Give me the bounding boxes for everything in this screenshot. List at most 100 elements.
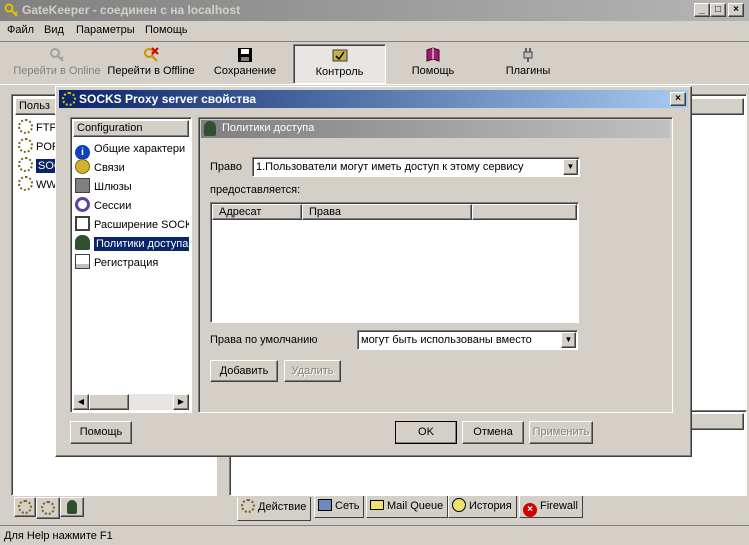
save-button[interactable]: Сохранение bbox=[203, 44, 287, 84]
tree-item-label: Общие характери bbox=[94, 143, 186, 155]
tab-network[interactable]: Сеть bbox=[314, 496, 365, 518]
tab-action[interactable]: Действие bbox=[237, 497, 312, 521]
service-item-pop[interactable]: POP bbox=[18, 138, 59, 156]
default-rights-label: Права по умолчанию bbox=[210, 334, 318, 346]
go-online-button[interactable]: Перейти в Online bbox=[10, 44, 104, 84]
dialog-title: SOCKS Proxy server свойства bbox=[79, 92, 257, 106]
apply-button[interactable]: Применить bbox=[529, 421, 593, 444]
tree-item-general[interactable]: i Общие характери bbox=[75, 140, 189, 159]
scrollbar-thumb[interactable] bbox=[89, 394, 129, 410]
menu-options[interactable]: Параметры bbox=[76, 24, 135, 36]
service-gear-icon bbox=[18, 138, 33, 153]
service-gear-icon bbox=[18, 176, 33, 191]
tab-firewall[interactable]: × Firewall bbox=[519, 496, 583, 518]
panel-title: Политики доступа bbox=[222, 122, 315, 134]
scroll-right-arrow-icon[interactable]: ▶ bbox=[173, 394, 189, 410]
tree-item-label: Расширение SOCKS bbox=[94, 219, 189, 231]
configuration-header[interactable]: Configuration bbox=[73, 120, 189, 137]
action-tab-icon bbox=[241, 499, 255, 513]
tree-item-label: Политики доступа bbox=[94, 237, 189, 251]
service-gear-icon bbox=[18, 119, 33, 134]
menu-view[interactable]: Вид bbox=[44, 24, 64, 36]
tree-item-connections[interactable]: Связи bbox=[75, 159, 189, 178]
view-tab-users[interactable] bbox=[60, 497, 84, 517]
access-policy-panel: Политики доступа Право 1.Пользователи мо… bbox=[198, 117, 673, 413]
service-gear-icon bbox=[18, 157, 33, 172]
scroll-left-arrow-icon[interactable]: ◀ bbox=[73, 394, 89, 410]
maximize-button[interactable]: □ bbox=[710, 3, 726, 17]
default-rights-select[interactable]: могут быть использованы вместо ▼ bbox=[357, 330, 578, 350]
connections-icon bbox=[75, 159, 90, 174]
column-header-filler bbox=[472, 204, 577, 220]
monitor-check-icon bbox=[332, 48, 348, 64]
tab-mail-queue[interactable]: Mail Queue bbox=[366, 496, 449, 518]
tree-horizontal-scrollbar[interactable]: ◀ ▶ bbox=[73, 394, 189, 410]
key-icon bbox=[49, 47, 65, 63]
tree-item-label: Шлюзы bbox=[94, 181, 132, 193]
delete-button[interactable]: Удалить bbox=[284, 360, 341, 382]
status-bar: Для Help нажмите F1 bbox=[0, 525, 749, 545]
service-label: FTP bbox=[36, 122, 57, 134]
ok-button[interactable]: OK bbox=[395, 421, 457, 444]
menu-help[interactable]: Помощь bbox=[145, 24, 188, 36]
view-tab-gears[interactable] bbox=[36, 497, 60, 519]
right-label: Право bbox=[210, 161, 242, 173]
help-button[interactable]: Помощь bbox=[70, 421, 132, 444]
app-logo-icon bbox=[4, 3, 19, 21]
dialog-close-button[interactable]: × bbox=[670, 92, 686, 106]
dialog-gear-icon bbox=[62, 92, 76, 106]
status-text: Для Help нажмите F1 bbox=[4, 530, 113, 542]
tree-item-label: Регистрация bbox=[94, 257, 159, 269]
close-button[interactable]: × bbox=[728, 3, 744, 17]
tab-history-label: История bbox=[469, 500, 512, 512]
info-icon: i bbox=[75, 145, 90, 159]
rights-list[interactable]: Адресат Права bbox=[210, 202, 579, 323]
tree-item-socks-extension[interactable]: Расширение SOCKS bbox=[75, 216, 189, 235]
gears-tab-icon bbox=[41, 501, 55, 515]
log-icon bbox=[75, 254, 90, 269]
chevron-down-icon[interactable]: ▼ bbox=[563, 159, 578, 175]
cancel-button[interactable]: Отмена bbox=[462, 421, 524, 444]
chevron-down-icon[interactable]: ▼ bbox=[561, 332, 576, 348]
tree-item-logging[interactable]: Регистрация bbox=[75, 254, 189, 273]
tree-item-sessions[interactable]: Сессии bbox=[75, 197, 189, 216]
service-label: WW bbox=[36, 179, 57, 191]
firewall-stop-icon: × bbox=[523, 503, 537, 517]
extension-icon bbox=[75, 216, 90, 231]
tree-item-label: Сессии bbox=[94, 200, 132, 212]
service-item-ftp[interactable]: FTP bbox=[18, 119, 57, 137]
default-rights-value: могут быть использованы вместо bbox=[361, 334, 532, 346]
tab-mail-queue-label: Mail Queue bbox=[387, 500, 444, 512]
dialog-titlebar[interactable]: SOCKS Proxy server свойства × bbox=[59, 90, 688, 108]
clock-icon bbox=[452, 498, 466, 512]
column-header-recipient[interactable]: Адресат bbox=[212, 204, 302, 220]
app-title: GateKeeper - соединен с на localhost bbox=[22, 3, 241, 17]
column-header-rights[interactable]: Права bbox=[302, 204, 472, 220]
menu-file[interactable]: Файл bbox=[7, 24, 34, 36]
right-select[interactable]: 1.Пользователи могут иметь доступ к этом… bbox=[252, 157, 580, 177]
network-tab-icon bbox=[318, 499, 332, 511]
socks-properties-dialog: SOCKS Proxy server свойства × Configurat… bbox=[55, 86, 692, 457]
add-button[interactable]: Добавить bbox=[210, 360, 278, 382]
go-offline-label: Перейти в Offline bbox=[107, 65, 195, 77]
plugins-label: Плагины bbox=[505, 65, 551, 77]
tab-history[interactable]: История bbox=[448, 496, 517, 518]
key-cross-icon bbox=[143, 47, 159, 63]
help-toolbar-button[interactable]: Помощь bbox=[395, 44, 471, 84]
tree-item-gateways[interactable]: Шлюзы bbox=[75, 178, 189, 197]
panel-header: Политики доступа bbox=[201, 120, 670, 138]
minimize-button[interactable]: _ bbox=[694, 3, 710, 17]
app-titlebar[interactable]: GateKeeper - соединен с на localhost _ □… bbox=[0, 0, 749, 21]
plugins-button[interactable]: Плагины bbox=[490, 44, 566, 84]
user-policy-icon bbox=[75, 235, 90, 250]
control-button[interactable]: Контроль bbox=[293, 44, 386, 84]
mail-tab-icon bbox=[370, 500, 384, 510]
go-offline-button[interactable]: Перейти в Offline bbox=[104, 44, 198, 84]
configuration-tree: Configuration i Общие характери Связи Шлю… bbox=[70, 117, 192, 413]
tab-firewall-label: Firewall bbox=[540, 500, 578, 512]
tree-item-access-policies[interactable]: Политики доступа bbox=[75, 235, 189, 254]
menubar: Файл Вид Параметры Помощь bbox=[0, 21, 749, 40]
service-item-www[interactable]: WW bbox=[18, 176, 57, 194]
save-label: Сохранение bbox=[213, 65, 277, 77]
view-tab-services[interactable] bbox=[14, 497, 36, 517]
